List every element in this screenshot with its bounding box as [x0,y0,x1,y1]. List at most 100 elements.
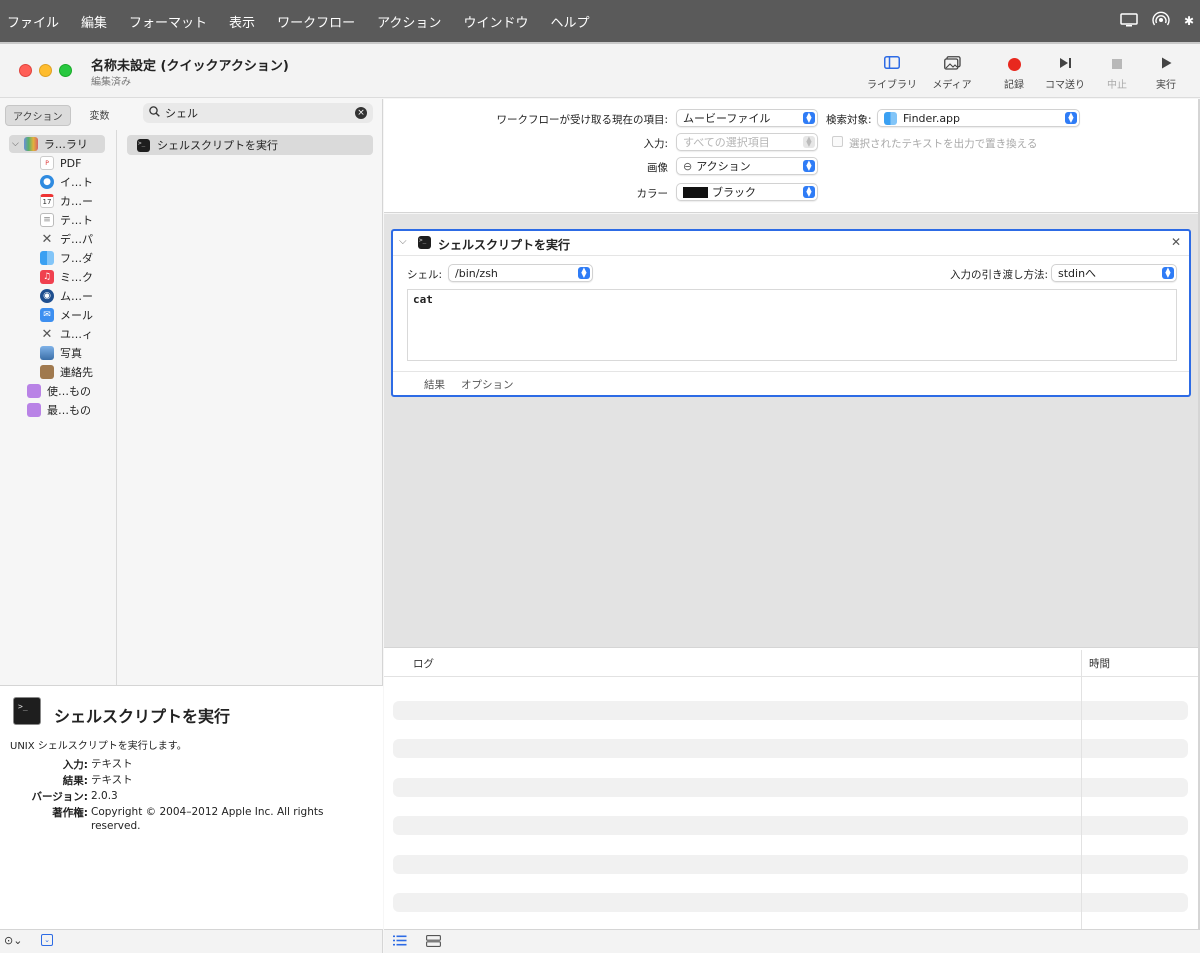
close-window-button[interactable] [19,64,32,77]
replace-label: 選択されたテキストを出力で置き換える [849,138,1038,150]
library-item-mail[interactable]: ✉ メール [40,306,93,324]
shell-popup[interactable]: /bin/zsh ▲ ▼ [448,264,593,282]
workflow-pane: ワークフローが受け取る現在の項目: ムービーファイル ▲ ▼ 検索対象: Find… [384,99,1200,930]
color-value: ブラック [712,186,756,199]
search-field[interactable]: シェル × [143,103,373,123]
actions-tab[interactable]: アクション [5,105,71,126]
action-title: シェルスクリプトを実行 [438,238,571,252]
library-item-movies[interactable]: ◉ ム…ー [40,287,93,305]
record-icon [1007,57,1021,71]
library-root-item[interactable]: ⌵ ラ…ラリ [9,135,105,153]
media-button[interactable]: メディア [922,52,982,91]
log-column-header[interactable]: ログ [413,656,434,671]
color-popup[interactable]: ブラック ▲ ▼ [676,183,818,201]
popup-arrows-icon: ▲ ▼ [803,136,815,148]
options-tab[interactable]: オプション [461,377,514,392]
menu-view[interactable]: 表示 [218,12,266,31]
menu-help[interactable]: ヘルプ [539,12,600,31]
action-item-run-shell-script[interactable]: >_ シェルスクリプトを実行 [127,135,373,155]
receives-popup[interactable]: ムービーファイル ▲ ▼ [676,109,818,127]
bluetooth-icon[interactable]: ✱ [1184,14,1194,28]
menu-file[interactable]: ファイル [0,12,70,31]
library-item-contacts[interactable]: 連絡先 [40,363,93,381]
library-item-folders[interactable]: フ…ダ [40,249,93,267]
split-view-icon[interactable] [426,935,441,950]
close-icon[interactable]: ✕ [1171,235,1181,249]
airdrop-icon[interactable] [1152,11,1170,32]
results-tab[interactable]: 結果 [424,377,445,392]
library-item-label: テ…ト [60,214,93,227]
input-popup[interactable]: すべての選択項目 ▲ ▼ [676,133,818,151]
library-item-text[interactable]: ≡ テ…ト [40,211,93,229]
terminal-icon: >_ [13,697,41,725]
application-popup[interactable]: Finder.app ▲ ▼ [877,109,1080,127]
clear-search-icon[interactable]: × [355,107,367,119]
popup-arrows-icon: ▲ ▼ [1162,267,1174,279]
search-in-label: 検索対象: [826,114,872,126]
run-button[interactable]: 実行 [1136,52,1196,91]
library-item-photos[interactable]: 写真 [40,344,82,362]
display-icon[interactable] [1120,12,1138,30]
pass-input-label: 入力の引き渡し方法: [950,269,1049,281]
globe-icon: ● [40,175,54,189]
play-icon [1161,57,1172,72]
variables-tab[interactable]: 変数 [83,105,117,126]
library-item-music[interactable]: ♫ ミ…ク [40,268,93,286]
step-button[interactable]: コマ送り [1035,52,1095,91]
search-input[interactable]: シェル [165,105,355,121]
contacts-icon [40,365,54,379]
library-folder-recent[interactable]: 最…もの [27,401,91,419]
zoom-window-button[interactable] [59,64,72,77]
calendar-icon: 17 [40,194,54,208]
more-options-icon[interactable]: ⊙⌄ [4,934,22,947]
disclosure-chevron-icon[interactable]: ⌵ [399,236,407,247]
log-column-divider[interactable] [1081,650,1082,930]
action-list: >_ シェルスクリプトを実行 [118,130,383,685]
library-item-calendar[interactable]: 17 カ…ー [40,192,93,210]
music-icon: ♫ [40,270,54,284]
popup-arrows-icon: ▲ ▼ [803,112,815,124]
description-key: 結果: [62,775,88,787]
library-footer: ⊙⌄ ⌄ [0,929,383,953]
input-value: すべての選択項目 [683,136,770,149]
menu-edit[interactable]: 編集 [70,12,118,31]
menu-action[interactable]: アクション [366,12,452,31]
library-item-internet[interactable]: ● イ…ト [40,173,93,191]
popup-arrows-icon: ▲ ▼ [803,160,815,172]
image-popup[interactable]: ⊖ アクション ▲ ▼ [676,157,818,175]
description-value: 2.0.3 [91,790,118,802]
library-item-label: デ…パ [60,233,93,246]
workflow-canvas[interactable]: ⌵ >_ シェルスクリプトを実行 ✕ シェル: /bin/zsh ▲ ▼ 入力の引… [384,214,1198,647]
library-item-label: 連絡先 [60,366,93,379]
shell-script-action[interactable]: ⌵ >_ シェルスクリプトを実行 ✕ シェル: /bin/zsh ▲ ▼ 入力の引… [391,229,1191,397]
library-folder-most-used[interactable]: 使…もの [27,382,91,400]
log-header: ログ 時間 [384,648,1198,677]
log-row [393,816,1188,835]
smart-folder-icon [27,384,41,398]
list-view-icon[interactable] [393,935,407,949]
library-label: ライブラリ [867,80,917,91]
run-label: 実行 [1156,80,1176,91]
tools-icon: ✕ [41,231,53,247]
menu-workflow[interactable]: ワークフロー [266,12,366,31]
step-label: コマ送り [1045,80,1085,91]
description-value: テキスト [91,774,133,786]
window-subtitle: 編集済み [91,77,131,88]
replace-checkbox[interactable] [832,136,843,147]
script-editor[interactable]: cat [407,289,1177,361]
menu-format[interactable]: フォーマット [118,12,218,31]
library-item-developer[interactable]: ✕ デ…パ [40,230,93,248]
minimize-window-button[interactable] [39,64,52,77]
library-item-pdf[interactable]: P PDF [40,154,81,172]
terminal-icon: >_ [137,138,150,152]
description-version-row: バージョン: 2.0.3 [0,789,380,804]
finder-icon [40,251,54,265]
popup-arrows-icon: ▲ ▼ [578,267,590,279]
library-button[interactable]: ライブラリ [862,52,922,91]
pass-input-popup[interactable]: stdinへ ▲ ▼ [1051,264,1177,282]
description-toggle-icon[interactable]: ⌄ [41,934,53,946]
time-column-header[interactable]: 時間 [1089,656,1110,671]
menu-window[interactable]: ウインドウ [452,12,539,31]
action-footer: 結果 オプション [393,371,1189,395]
library-item-utilities[interactable]: ✕ ユ…ィ [40,325,93,343]
